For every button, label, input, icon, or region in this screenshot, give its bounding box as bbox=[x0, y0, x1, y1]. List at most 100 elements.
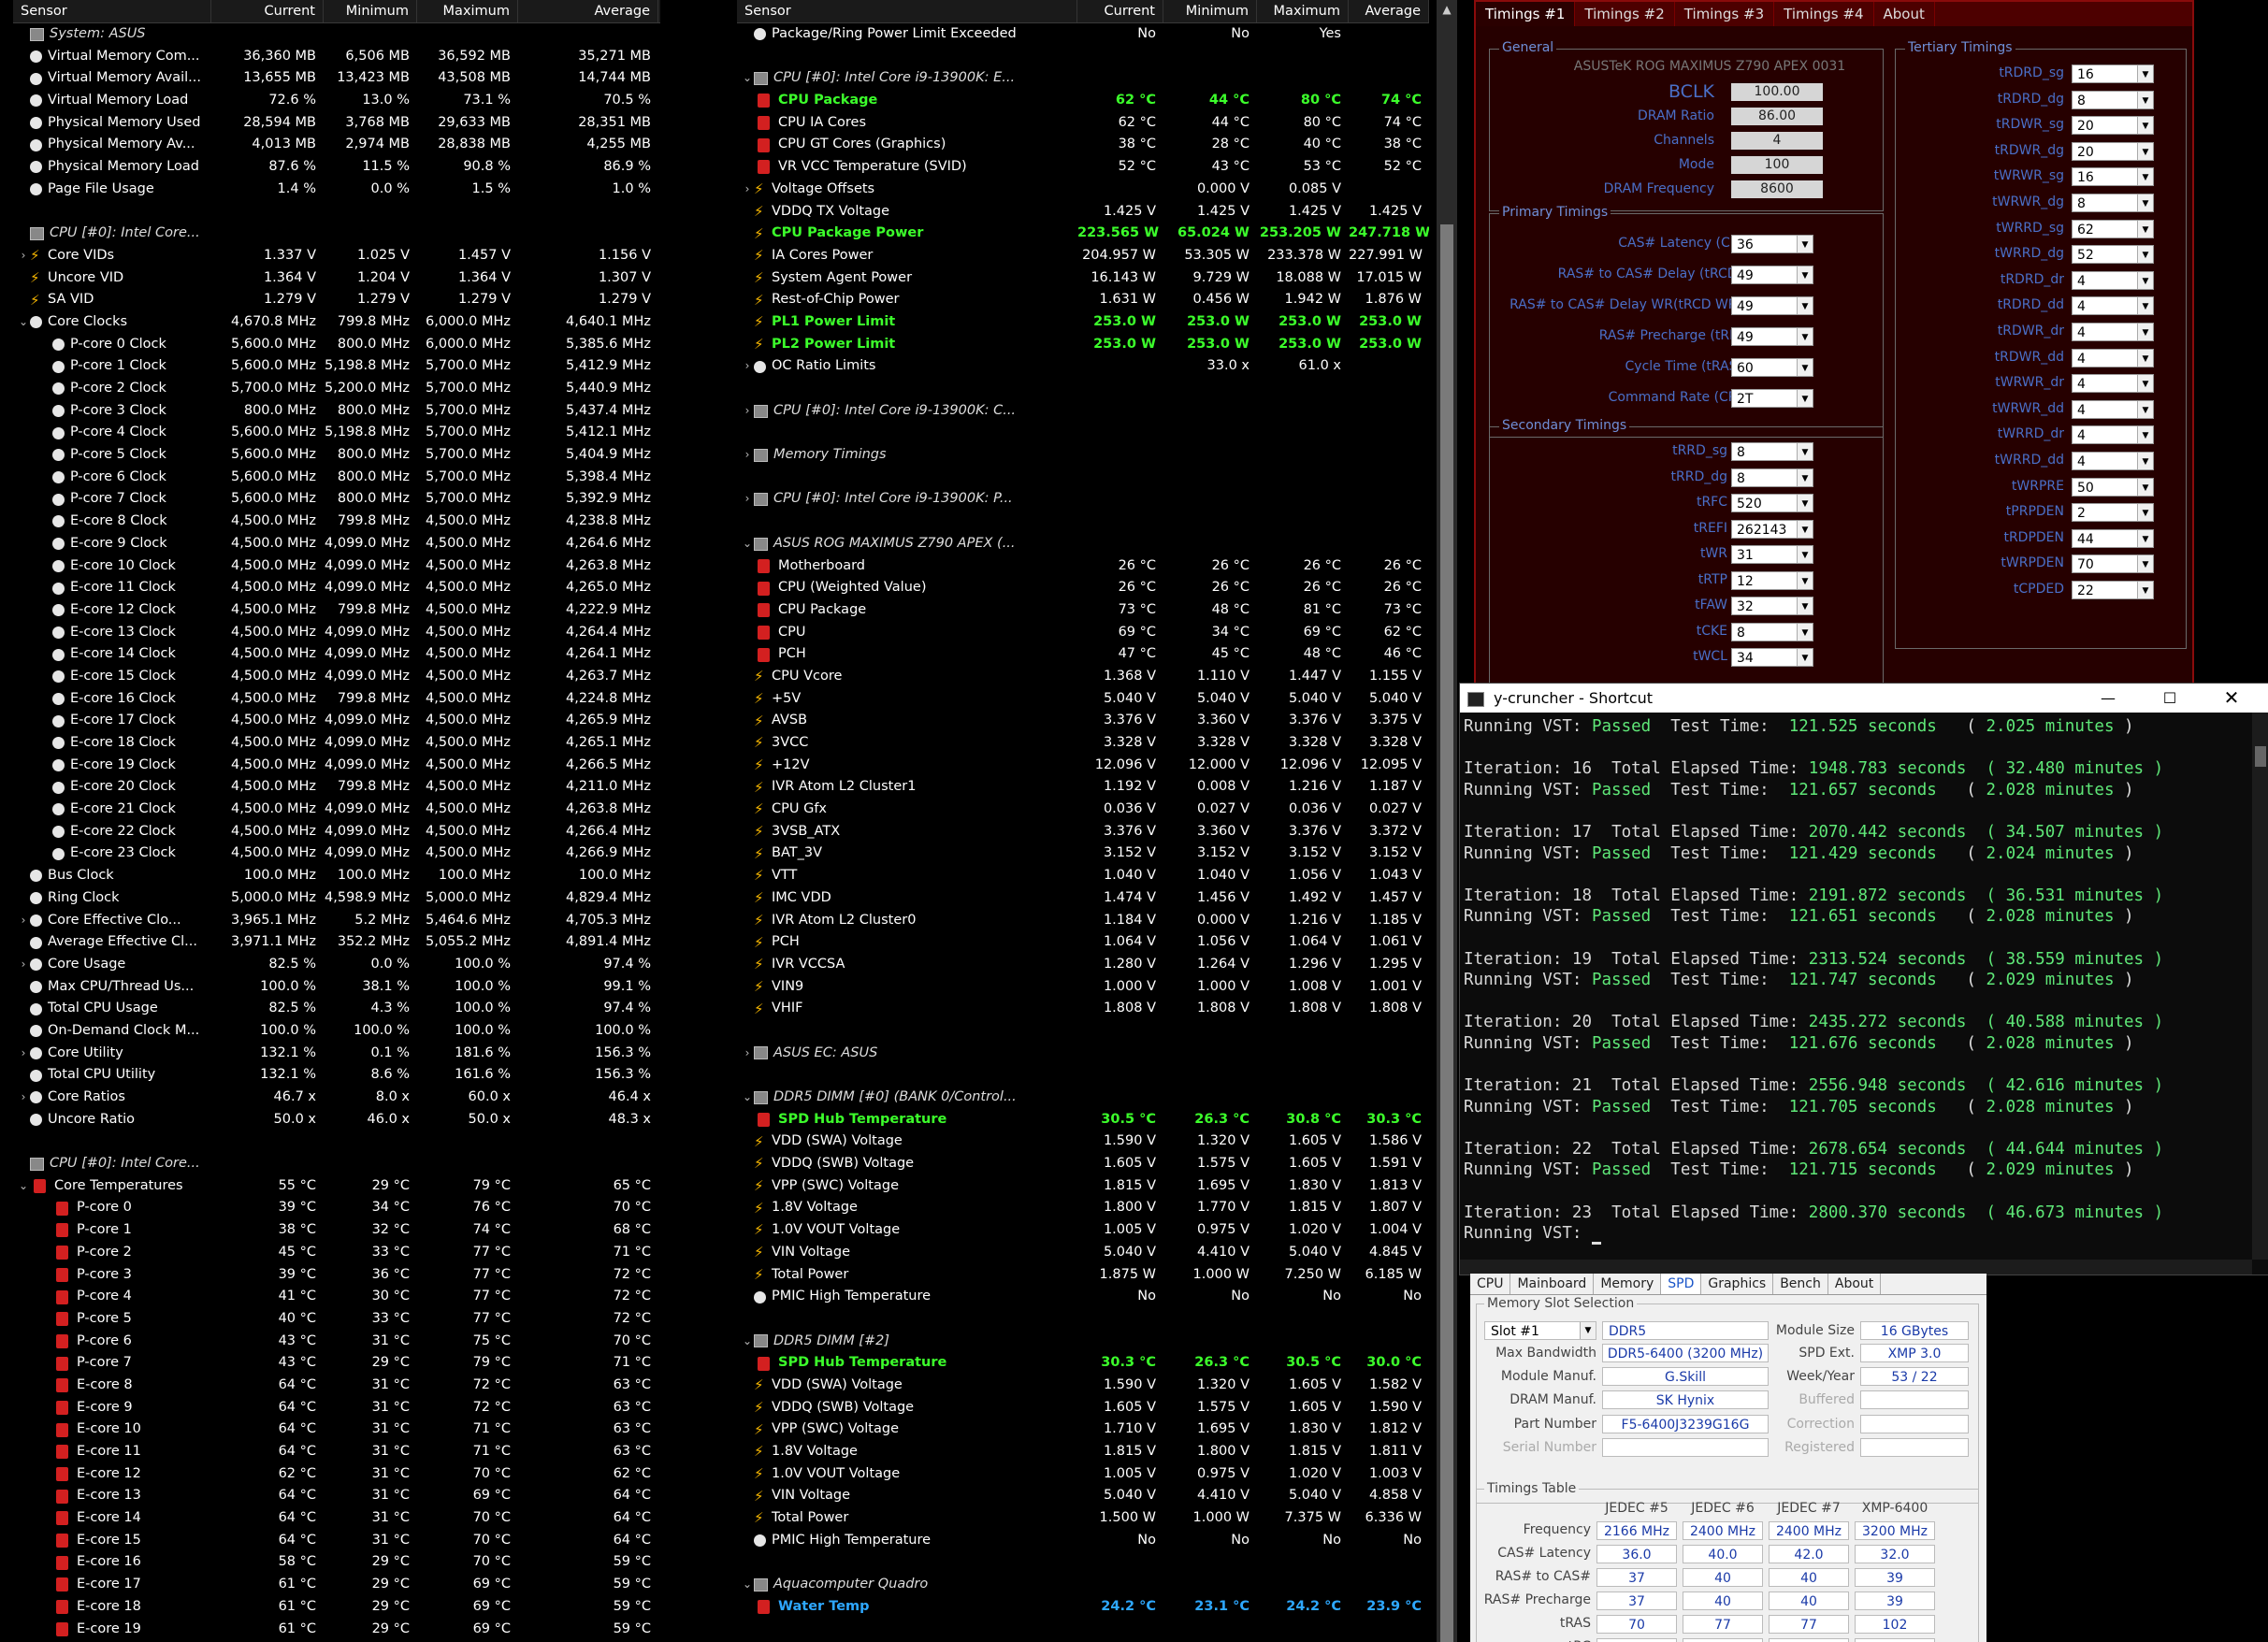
ycruncher-scrollbar[interactable] bbox=[2252, 713, 2268, 1260]
timing-select-trdwr-dd[interactable]: 4 ▼ bbox=[2072, 348, 2154, 367]
sensor-row[interactable]: › ⚡ Voltage Offsets 0.000 V 0.085 V bbox=[737, 179, 1429, 201]
timing-select-twrpre[interactable]: 50 ▼ bbox=[2072, 477, 2154, 497]
column-header-average[interactable]: Average bbox=[1349, 0, 1429, 22]
sensor-row[interactable]: ⚡ 1.0V VOUT Voltage 1.005 V 0.975 V 1.020 V 1… bbox=[737, 1463, 1429, 1486]
timing-select-trdwr-dr[interactable]: 4 ▼ bbox=[2072, 323, 2154, 341]
sensor-row[interactable]: E-core 18 Clock 4,500.0 MHz 4,099.0 MHz 4,5… bbox=[13, 732, 660, 755]
collapse-toggle-icon[interactable]: ⌄ bbox=[741, 1087, 754, 1109]
sensor-row[interactable]: P-core 5 40 °C 33 °C 77 °C 72 °C bbox=[13, 1308, 660, 1331]
slot-select[interactable]: Slot #1 ▼ bbox=[1484, 1321, 1596, 1340]
sensor-row[interactable]: ⚡ CPU Package Power 223.565 W 65.024 W 253.2… bbox=[737, 223, 1429, 245]
sensor-row[interactable]: E-core 12 62 °C 31 °C 70 °C 62 °C bbox=[13, 1463, 660, 1486]
sensor-row[interactable]: Physical Memory Load 87.6 % 11.5 % 90.8 % 86… bbox=[13, 156, 660, 179]
sensor-row[interactable]: › Core Utility 132.1 % 0.1 % 181.6 % 156.3 % bbox=[13, 1043, 660, 1065]
timing-select-tcke[interactable]: 8 ▼ bbox=[1731, 622, 1813, 641]
sensor-row[interactable]: Virtual Memory Avail... 13,655 MB 13,423 M… bbox=[13, 67, 660, 90]
sensor-row[interactable]: P-core 4 Clock 5,600.0 MHz 5,198.8 MHz 5,70… bbox=[13, 422, 660, 444]
sensor-row[interactable]: Total CPU Usage 82.5 % 4.3 % 100.0 % 97.4 % bbox=[13, 998, 660, 1020]
sensor-group-row[interactable]: › Memory Timings bbox=[737, 444, 1429, 467]
cpuz-tab-memory[interactable]: Memory bbox=[1594, 1274, 1662, 1294]
sensor-row[interactable]: CPU (Weighted Value) 26 °C 26 °C 26 °C 26 °C bbox=[737, 577, 1429, 599]
sensor-row[interactable]: SPD Hub Temperature 30.5 °C 26.3 °C 30.8 °C… bbox=[737, 1109, 1429, 1131]
sensor-row[interactable]: E-core 8 64 °C 31 °C 72 °C 63 °C bbox=[13, 1375, 660, 1397]
column-header-minimum[interactable]: Minimum bbox=[1163, 0, 1257, 22]
sensor-row[interactable]: E-core 15 Clock 4,500.0 MHz 4,099.0 MHz 4,5… bbox=[13, 666, 660, 688]
sensor-row[interactable]: ⚡ 1.0V VOUT Voltage 1.005 V 0.975 V 1.020 V 1… bbox=[737, 1219, 1429, 1242]
sensor-row[interactable]: › Core Ratios 46.7 x 8.0 x 60.0 x 46.4 x bbox=[13, 1087, 660, 1109]
sensor-row[interactable]: ⚡ VTT 1.040 V 1.040 V 1.056 V 1.043 V bbox=[737, 865, 1429, 887]
timing-select-trdrd-sg[interactable]: 16 ▼ bbox=[2072, 65, 2154, 83]
timing-select-trrd-sg[interactable]: 8 ▼ bbox=[1731, 442, 1813, 461]
sensor-row[interactable]: ⚡ 1.8V Voltage 1.815 V 1.800 V 1.815 V 1.811 … bbox=[737, 1441, 1429, 1463]
sensor-row[interactable]: P-core 7 43 °C 29 °C 79 °C 71 °C bbox=[13, 1352, 660, 1375]
sensor-row[interactable]: E-core 11 Clock 4,500.0 MHz 4,099.0 MHz 4,5… bbox=[13, 577, 660, 599]
sensor-row[interactable]: E-core 8 Clock 4,500.0 MHz 799.8 MHz 4,500.… bbox=[13, 511, 660, 533]
tab-timings-4[interactable]: Timings #4 bbox=[1774, 2, 1874, 26]
expand-toggle-icon[interactable]: › bbox=[741, 1043, 754, 1065]
hwinfo-right-scrollbar[interactable]: ▲ bbox=[1437, 0, 1457, 1642]
sensor-row[interactable]: Average Effective Cl... 3,971.1 MHz 352.2 … bbox=[13, 931, 660, 954]
sensor-row[interactable]: PCH 47 °C 45 °C 48 °C 46 °C bbox=[737, 643, 1429, 666]
timing-select-twr[interactable]: 31 ▼ bbox=[1731, 545, 1813, 564]
sensor-row[interactable]: ⚡ IA Cores Power 204.957 W 53.305 W 233.378 … bbox=[737, 245, 1429, 267]
timing-select-trdrd-dr[interactable]: 4 ▼ bbox=[2072, 270, 2154, 290]
sensor-row[interactable]: ⚡ SA VID 1.279 V 1.279 V 1.279 V 1.279 V bbox=[13, 289, 660, 311]
sensor-row[interactable]: ⚡ PL2 Power Limit 253.0 W 253.0 W 253.0 W 253… bbox=[737, 334, 1429, 356]
sensor-group-row[interactable]: CPU [#0]: Intel Core... bbox=[13, 223, 660, 245]
sensor-row[interactable]: ⚡ Total Power 1.500 W 1.000 W 7.375 W 6.336 W bbox=[737, 1507, 1429, 1530]
sensor-row[interactable]: Max CPU/Thread Us... 100.0 % 38.1 % 100.0 %… bbox=[13, 976, 660, 999]
collapse-toggle-icon[interactable]: ⌄ bbox=[741, 1574, 754, 1596]
sensor-row[interactable]: P-core 2 45 °C 33 °C 77 °C 71 °C bbox=[13, 1242, 660, 1264]
sensor-row[interactable]: E-core 10 64 °C 31 °C 71 °C 63 °C bbox=[13, 1419, 660, 1441]
sensor-row[interactable]: ⌄ Core Clocks 4,670.8 MHz 799.8 MHz 6,000.0 … bbox=[13, 311, 660, 334]
timing-select-ras-to-cas-delay-trcd[interactable]: 49 ▼ bbox=[1731, 266, 1813, 284]
sensor-row[interactable]: ⚡ CPU Vcore 1.368 V 1.110 V 1.447 V 1.155 V bbox=[737, 666, 1429, 688]
sensor-row[interactable]: PMIC High Temperature No No No No bbox=[737, 1530, 1429, 1552]
sensor-row[interactable]: E-core 9 Clock 4,500.0 MHz 4,099.0 MHz 4,50… bbox=[13, 533, 660, 555]
sensor-row[interactable]: ⚡ Rest-of-Chip Power 1.631 W 0.456 W 1.942 W… bbox=[737, 289, 1429, 311]
sensor-row[interactable]: › ⚡ Core VIDs 1.337 V 1.025 V 1.457 V 1.156 V bbox=[13, 245, 660, 267]
timing-select-tprpden[interactable]: 2 ▼ bbox=[2072, 503, 2154, 523]
sensor-row[interactable]: Page File Usage 1.4 % 0.0 % 1.5 % 1.0 % bbox=[13, 179, 660, 201]
column-header-sensor[interactable]: Sensor bbox=[737, 0, 1077, 22]
sensor-row[interactable]: › Core Usage 82.5 % 0.0 % 100.0 % 97.4 % bbox=[13, 954, 660, 976]
sensor-row[interactable]: E-core 14 64 °C 31 °C 70 °C 64 °C bbox=[13, 1507, 660, 1530]
sensor-group-row[interactable]: CPU [#0]: Intel Core... bbox=[13, 1153, 660, 1175]
sensor-row[interactable]: ⚡ 1.8V Voltage 1.800 V 1.770 V 1.815 V 1.807 … bbox=[737, 1197, 1429, 1219]
sensor-group-row[interactable]: ⌄ ASUS ROG MAXIMUS Z790 APEX (... bbox=[737, 533, 1429, 555]
expand-toggle-icon[interactable]: › bbox=[741, 355, 754, 378]
sensor-row[interactable]: P-core 1 Clock 5,600.0 MHz 5,198.8 MHz 5,70… bbox=[13, 355, 660, 378]
collapse-toggle-icon[interactable]: ⌄ bbox=[741, 67, 754, 90]
sensor-row[interactable]: E-core 21 Clock 4,500.0 MHz 4,099.0 MHz 4,5… bbox=[13, 799, 660, 821]
sensor-row[interactable]: ⚡ VDD (SWA) Voltage 1.590 V 1.320 V 1.605 V 1… bbox=[737, 1131, 1429, 1153]
expand-toggle-icon[interactable]: › bbox=[741, 488, 754, 511]
sensor-row[interactable]: E-core 13 64 °C 31 °C 69 °C 64 °C bbox=[13, 1485, 660, 1507]
column-header-average[interactable]: Average bbox=[518, 0, 658, 22]
sensor-row[interactable]: Motherboard 26 °C 26 °C 26 °C 26 °C bbox=[737, 555, 1429, 578]
sensor-row[interactable]: ⚡ VIN Voltage 5.040 V 4.410 V 5.040 V 4.858 V bbox=[737, 1485, 1429, 1507]
expand-toggle-icon[interactable]: › bbox=[17, 1087, 30, 1109]
tab-about[interactable]: About bbox=[1874, 2, 1935, 26]
sensor-row[interactable]: CPU Package 73 °C 48 °C 81 °C 73 °C bbox=[737, 599, 1429, 622]
sensor-row[interactable]: P-core 7 Clock 5,600.0 MHz 800.0 MHz 5,700.… bbox=[13, 488, 660, 511]
sensor-row[interactable]: Package/Ring Power Limit Exceeded No No Yes bbox=[737, 23, 1429, 46]
column-header-current[interactable]: Current bbox=[1077, 0, 1163, 22]
sensor-row[interactable]: P-core 1 38 °C 32 °C 74 °C 68 °C bbox=[13, 1219, 660, 1242]
sensor-row[interactable]: ⚡ +5V 5.040 V 5.040 V 5.040 V 5.040 V bbox=[737, 688, 1429, 711]
sensor-row[interactable]: ⚡ VPP (SWC) Voltage 1.710 V 1.695 V 1.830 V 1… bbox=[737, 1419, 1429, 1441]
cpuz-tab-cpu[interactable]: CPU bbox=[1470, 1274, 1511, 1294]
sensor-row[interactable]: ⚡ VDDQ (SWB) Voltage 1.605 V 1.575 V 1.605 V… bbox=[737, 1397, 1429, 1419]
ycruncher-hscrollbar[interactable] bbox=[1460, 1260, 2252, 1275]
sensor-row[interactable]: ⚡ 3VCC 3.328 V 3.328 V 3.328 V 3.328 V bbox=[737, 732, 1429, 755]
sensor-row[interactable]: › OC Ratio Limits 33.0 x 61.0 x bbox=[737, 355, 1429, 378]
sensor-row[interactable]: E-core 18 61 °C 29 °C 69 °C 59 °C bbox=[13, 1596, 660, 1619]
sensor-row[interactable]: ⚡ IVR Atom L2 Cluster1 1.192 V 0.008 V 1.216… bbox=[737, 776, 1429, 799]
timing-select-twrwr-dg[interactable]: 8 ▼ bbox=[2072, 194, 2154, 212]
tab-timings-1[interactable]: Timings #1 bbox=[1476, 2, 1576, 26]
sensor-row[interactable]: ⚡ VIN9 1.000 V 1.000 V 1.008 V 1.001 V bbox=[737, 976, 1429, 999]
timing-select-twrwr-dr[interactable]: 4 ▼ bbox=[2072, 374, 2154, 394]
sensor-row[interactable]: P-core 4 41 °C 30 °C 77 °C 72 °C bbox=[13, 1286, 660, 1308]
sensor-row[interactable]: › Core Effective Clo... 3,965.1 MHz 5.2 MHz… bbox=[13, 910, 660, 932]
collapse-toggle-icon[interactable]: ⌄ bbox=[17, 1175, 30, 1198]
sensor-row[interactable]: ⌄ Core Temperatures 55 °C 29 °C 79 °C 65 °C bbox=[13, 1175, 660, 1198]
